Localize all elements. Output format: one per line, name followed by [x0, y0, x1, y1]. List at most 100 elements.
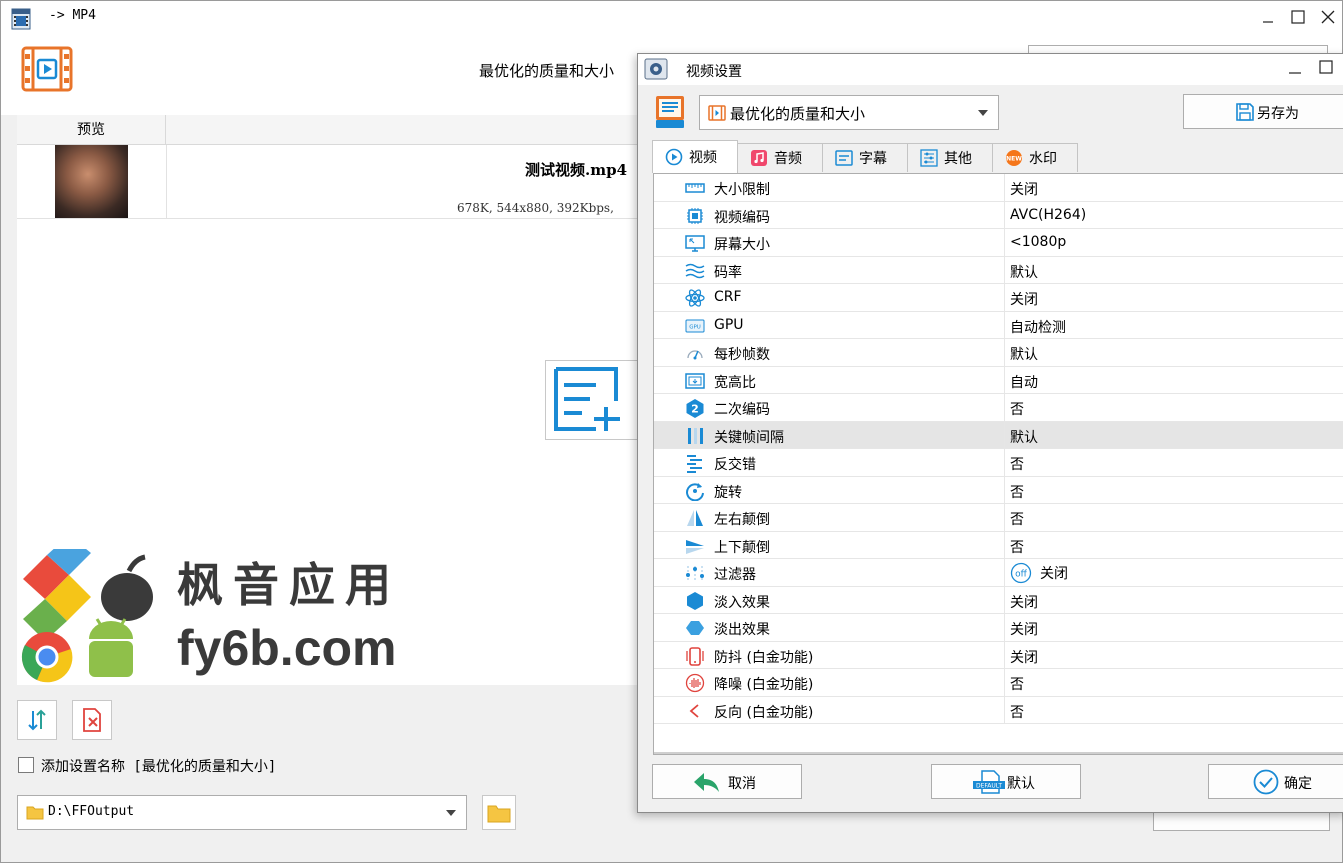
file-row[interactable]: 测试视频.mp4 678K, 544x880, 392Kbps, — [17, 145, 642, 219]
preview-column-header[interactable]: 预览 — [17, 115, 166, 145]
setting-value[interactable]: 默认 — [1010, 344, 1038, 364]
setting-value-text: 关闭 — [1040, 566, 1068, 582]
setting-value[interactable]: 默认 — [1010, 427, 1038, 447]
setting-label: 淡入效果 — [714, 594, 770, 611]
setting-row[interactable]: 淡入效果 关闭 — [654, 586, 1343, 614]
sort-button[interactable] — [17, 700, 57, 740]
denoise-icon — [685, 673, 705, 693]
setting-value[interactable]: 自动检测 — [1010, 317, 1066, 337]
setting-row[interactable]: 码率 默认 — [654, 256, 1343, 284]
sliders-icon — [920, 149, 938, 167]
setting-value[interactable]: 关闭 — [1010, 592, 1038, 612]
remove-file-button[interactable] — [72, 700, 112, 740]
setting-column-divider — [1004, 201, 1005, 228]
tab-subtitle[interactable]: 字幕 — [822, 143, 908, 172]
rotate-icon — [686, 482, 704, 501]
default-button[interactable]: DEFAULT 默认 — [931, 764, 1081, 799]
setting-row[interactable]: 大小限制 关闭 — [654, 174, 1343, 202]
setting-value[interactable]: 否 — [1010, 537, 1024, 557]
default-label: 默认 — [1007, 776, 1035, 792]
setting-value[interactable]: 否 — [1010, 454, 1024, 474]
setting-value[interactable]: 关闭 — [1010, 647, 1038, 667]
setting-value[interactable]: 否 — [1010, 674, 1024, 694]
setting-row[interactable]: 左右颠倒 否 — [654, 504, 1343, 532]
main-window-title: -> MP4 — [49, 8, 96, 23]
setting-label: 宽高比 — [714, 374, 756, 391]
tab-watermark[interactable]: NEW 水印 — [992, 143, 1078, 172]
setting-value[interactable]: 否 — [1010, 399, 1024, 419]
setting-value[interactable]: <1080p — [1010, 234, 1066, 250]
add-name-checkbox[interactable] — [18, 757, 34, 773]
maximize-button[interactable] — [1281, 1, 1315, 33]
cancel-button[interactable]: 取消 — [652, 764, 802, 799]
setting-value[interactable]: AVC(H264) — [1010, 207, 1086, 223]
dialog-app-icon — [644, 58, 668, 80]
close-button[interactable] — [1311, 1, 1343, 33]
two-pass-icon: 2 — [686, 399, 704, 418]
setting-row[interactable]: 屏幕大小 <1080p — [654, 229, 1343, 257]
setting-value[interactable]: 自动 — [1010, 372, 1038, 392]
setting-column-divider — [1004, 586, 1005, 613]
setting-value[interactable]: 否 — [1010, 509, 1024, 529]
setting-column-divider — [1004, 284, 1005, 311]
watermark-logos-icon — [21, 549, 153, 683]
setting-value[interactable]: 关闭 — [1010, 619, 1038, 639]
setting-row[interactable]: CRF 关闭 — [654, 284, 1343, 312]
ok-button[interactable]: 确定 — [1208, 764, 1343, 799]
setting-row[interactable]: 反交错 否 — [654, 449, 1343, 477]
setting-row[interactable]: 每秒帧数 默认 — [654, 339, 1343, 367]
setting-row[interactable]: 过滤器 off 关闭 — [654, 559, 1343, 587]
setting-label: 降噪 (白金功能) — [714, 677, 814, 693]
setting-row[interactable]: 降噪 (白金功能) 否 — [654, 669, 1343, 697]
browse-folder-button[interactable] — [482, 795, 516, 830]
setting-value[interactable]: 关闭 — [1010, 289, 1038, 309]
setting-label: CRF — [714, 289, 742, 305]
tab-audio[interactable]: 音频 — [737, 143, 823, 172]
setting-label: 防抖 (白金功能) — [714, 649, 814, 666]
setting-row[interactable]: 宽高比 自动 — [654, 366, 1343, 394]
save-icon — [1236, 103, 1254, 121]
setting-row[interactable]: 关键帧间隔 默认 — [654, 421, 1343, 449]
svg-text:2: 2 — [691, 403, 699, 416]
flip-vertical-icon — [686, 539, 704, 554]
setting-row[interactable]: 上下颠倒 否 — [654, 531, 1343, 559]
setting-column-divider — [1004, 669, 1005, 696]
setting-row[interactable]: 2 二次编码 否 — [654, 394, 1343, 422]
tab-other[interactable]: 其他 — [907, 143, 993, 172]
flip-horizontal-icon — [687, 510, 703, 526]
setting-label: 过滤器 — [714, 567, 756, 583]
setting-value[interactable]: 否 — [1010, 702, 1024, 722]
setting-column-divider — [1004, 559, 1005, 586]
waves-icon — [685, 263, 705, 278]
setting-row[interactable]: 防抖 (白金功能) 关闭 — [654, 641, 1343, 669]
check-circle-icon — [1253, 769, 1279, 795]
save-as-button[interactable]: 另存为 — [1183, 94, 1343, 129]
setting-value[interactable]: 关闭 — [1010, 179, 1038, 199]
dialog-maximize-icon[interactable] — [1319, 60, 1333, 74]
filter-icon — [686, 566, 704, 580]
close-icon — [1321, 10, 1335, 24]
output-folder-dropdown[interactable]: D:\FFOutput — [17, 795, 467, 830]
setting-row[interactable]: GPU GPU 自动检测 — [654, 311, 1343, 339]
minimize-button[interactable] — [1251, 1, 1285, 33]
dialog-minimize-icon[interactable] — [1288, 60, 1302, 74]
setting-value[interactable]: off 关闭 — [1010, 562, 1068, 584]
setting-label: GPU — [714, 316, 744, 333]
setting-column-divider — [1004, 504, 1005, 531]
tab-video[interactable]: 视频 — [652, 140, 738, 173]
setting-row[interactable]: 视频编码 AVC(H264) — [654, 201, 1343, 229]
setting-label: 码率 — [714, 264, 742, 281]
profile-dropdown[interactable]: 最优化的质量和大小 — [699, 95, 999, 130]
setting-value[interactable]: 默认 — [1010, 262, 1038, 282]
setting-row[interactable]: 反向 (白金功能) 否 — [654, 696, 1343, 724]
setting-row[interactable]: 旋转 否 — [654, 476, 1343, 504]
setting-row[interactable]: 淡出效果 关闭 — [654, 614, 1343, 642]
setting-column-divider — [1004, 641, 1005, 668]
setting-value[interactable]: 否 — [1010, 482, 1024, 502]
chevron-down-icon — [978, 110, 988, 116]
tab-label: 视频 — [689, 150, 717, 166]
profile-list-icon — [656, 96, 684, 128]
main-titlebar: -> MP4 — [1, 1, 1342, 33]
add-file-button[interactable] — [545, 360, 645, 440]
watermark-text-1: 枫音应用 — [177, 559, 401, 611]
